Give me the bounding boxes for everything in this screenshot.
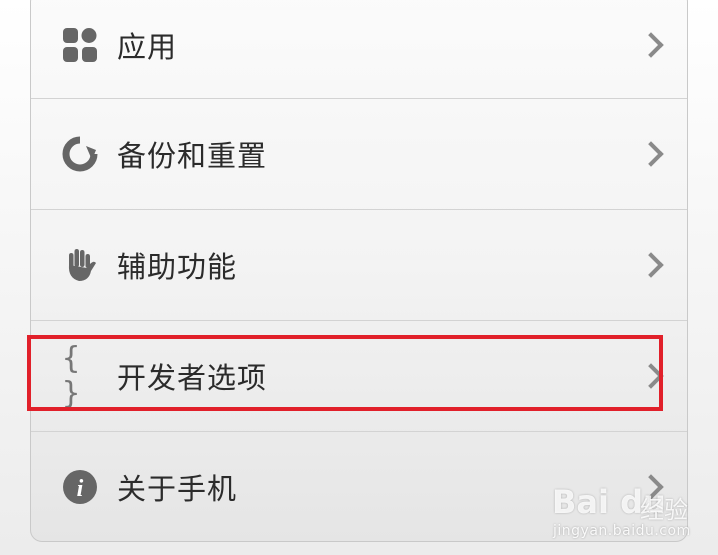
chevron-right-icon (638, 252, 664, 278)
backup-reset-icon (62, 136, 98, 172)
chevron-right-icon (638, 141, 664, 167)
settings-item-label: 应用 (117, 30, 178, 64)
settings-item-label: 关于手机 (117, 472, 238, 506)
settings-item-accessibility[interactable]: 辅助功能 (31, 210, 687, 320)
settings-item-label: 辅助功能 (117, 250, 238, 284)
svg-text:i: i (77, 476, 84, 502)
info-icon: i (62, 469, 98, 505)
watermark-url: jingyan.baidu.com (553, 523, 691, 539)
settings-item-apps[interactable]: 应用 (31, 0, 687, 100)
settings-item-backup-reset[interactable]: 备份和重置 (31, 99, 687, 209)
chevron-right-icon (638, 32, 664, 58)
hand-accessibility-icon (62, 247, 98, 283)
highlight-box (27, 335, 663, 411)
watermark-chinese: 经验 (640, 496, 688, 524)
apps-icon (62, 27, 98, 63)
settings-item-label: 备份和重置 (117, 139, 268, 173)
